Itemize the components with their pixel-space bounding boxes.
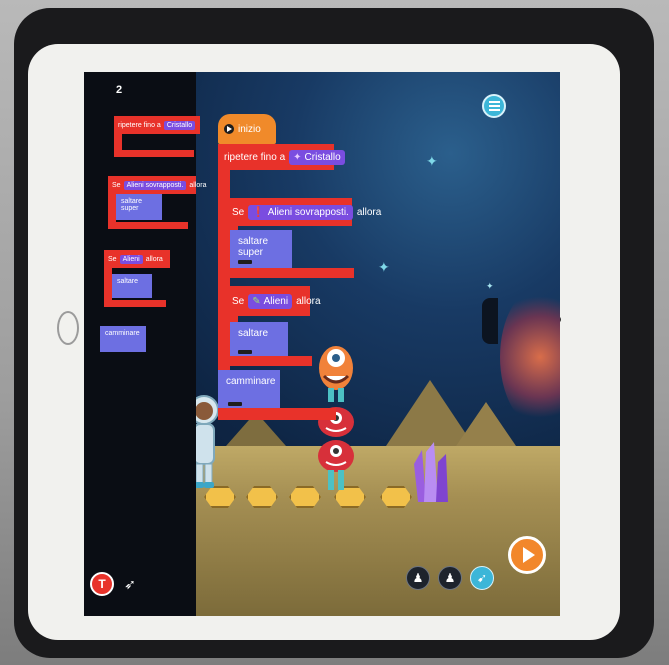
palette-walk-label: camminare xyxy=(105,330,140,337)
palette-if-foot xyxy=(108,222,188,229)
block-notch xyxy=(228,402,242,406)
repeat-foot xyxy=(218,408,336,420)
star-icon: ✦ xyxy=(426,153,438,169)
if1-then: allora xyxy=(356,206,382,218)
block-notch xyxy=(238,350,252,354)
repeat-target: ✦ Cristallo xyxy=(289,149,345,165)
alien-stack xyxy=(318,346,354,490)
if1-condition: ❗ Alieni sovrapposti. xyxy=(248,204,353,220)
play-icon[interactable] xyxy=(508,536,546,574)
if1-condition-label: Alieni sovrapposti. xyxy=(267,206,349,218)
ground xyxy=(196,446,560,616)
character-zoom-out-icon[interactable]: ♟ xyxy=(406,566,430,590)
if1-label: Se xyxy=(232,206,245,218)
start-label: inizio xyxy=(238,123,261,135)
palette-if2-foot xyxy=(104,300,166,307)
star-icon: ✦ xyxy=(486,281,494,291)
palette-repeat-foot xyxy=(114,150,194,157)
palette-repeat-block[interactable]: ripetere fino a Cristallo xyxy=(114,116,200,134)
palette-if2-block[interactable]: Se Alieni allora xyxy=(104,250,170,268)
jump-super-label: saltare super xyxy=(238,236,269,258)
palette-if2-arm xyxy=(104,266,112,302)
alien-icon: ✎ xyxy=(252,295,261,307)
palette-jump-label: saltare xyxy=(117,278,139,285)
palette-jump-block[interactable]: saltare xyxy=(112,274,152,298)
if2-condition: ✎ Alieni xyxy=(248,293,293,309)
if-alien-block[interactable]: Se ✎ Alieni allora xyxy=(226,286,321,316)
repeat-label: ripetere fino a xyxy=(224,151,286,163)
palette-repeat-target: Cristallo xyxy=(163,120,196,130)
repeat-block[interactable]: ripetere fino a ✦ Cristallo xyxy=(218,144,345,170)
palette-repeat-label: ripetere fino a xyxy=(118,121,161,129)
palette-if2-label: Se xyxy=(108,255,117,263)
star-icon: ✦ xyxy=(378,259,390,275)
palette-walk-block[interactable]: camminare xyxy=(100,326,146,352)
block-palette: 2 ripetere fino a Cristallo Se Alieni so… xyxy=(84,72,207,616)
t-icon[interactable]: T xyxy=(90,572,114,596)
palette-if2-condition: Alieni xyxy=(119,254,143,264)
palette-if-label: Se xyxy=(112,181,121,189)
palette-jump-super-label: saltare super xyxy=(121,198,143,212)
hamburger-menu-icon[interactable] xyxy=(482,94,506,118)
palette-if-condition: Alieni sovrapposti. xyxy=(123,180,187,190)
if1-foot xyxy=(226,268,354,278)
side-drawer-handle[interactable] xyxy=(482,298,498,344)
rocket-icon[interactable]: ➹ xyxy=(470,566,494,590)
app-screen: ✦ ✦ ✦ ✦ xyxy=(84,72,560,616)
start-block[interactable]: inizio xyxy=(218,114,276,144)
if2-label: Se xyxy=(232,295,245,307)
crystal-icon: ✦ xyxy=(293,151,302,163)
level-number: 2 xyxy=(116,84,123,96)
if2-foot xyxy=(226,356,312,366)
home-button[interactable] xyxy=(57,311,79,345)
palette-if2-then: allora xyxy=(145,255,163,263)
if2-condition-label: Alieni xyxy=(263,295,289,307)
bird-icon[interactable]: ➶ xyxy=(118,572,142,596)
palette-if-block[interactable]: Se Alieni sovrapposti. allora xyxy=(108,176,207,194)
block-notch xyxy=(238,260,252,264)
crystal-goal xyxy=(414,442,448,502)
character-zoom-in-icon[interactable]: ♟ xyxy=(438,566,462,590)
mountain xyxy=(456,402,516,446)
palette-then-label: allora xyxy=(189,181,207,189)
alien-icon: ❗ xyxy=(252,206,265,218)
walk-label: camminare xyxy=(226,376,276,387)
start-play-icon xyxy=(224,124,234,134)
repeat-target-label: Cristallo xyxy=(304,151,341,163)
jump-label: saltare xyxy=(238,328,269,339)
if2-then: allora xyxy=(296,295,321,307)
palette-jump-super-block[interactable]: saltare super xyxy=(116,194,162,220)
if-overlap-block[interactable]: Se ❗ Alieni sovrapposti. allora xyxy=(226,198,381,226)
